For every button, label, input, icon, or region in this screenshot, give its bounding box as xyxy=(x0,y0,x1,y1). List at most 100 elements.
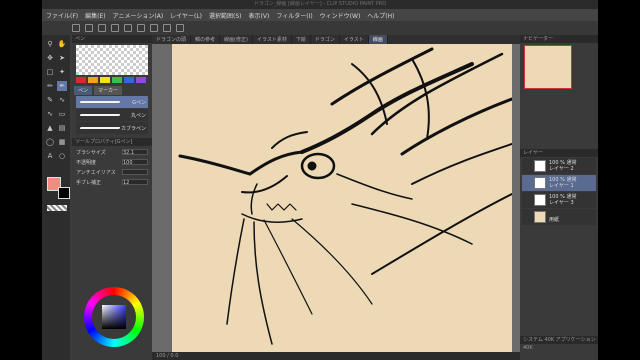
eyedropper-icon[interactable]: ✏ xyxy=(45,81,55,91)
palette-swatch[interactable] xyxy=(136,77,146,83)
select-all-icon[interactable] xyxy=(176,24,184,32)
selection-tool-icon[interactable]: □ xyxy=(45,67,55,77)
zoom-tool-icon[interactable]: ⚲ xyxy=(45,39,55,49)
palette-swatch[interactable] xyxy=(100,77,110,83)
menu-help[interactable]: ヘルプ(H) xyxy=(367,11,394,20)
pen-tool-icon[interactable]: ✒ xyxy=(57,81,67,91)
fill-tool-icon[interactable]: ▲ xyxy=(45,123,55,133)
right-panels: ナビゲーター レイヤー 100 % 通常 レイヤー 2 100 % 通常 レイヤー … xyxy=(520,35,598,360)
layer-row[interactable]: 用紙 xyxy=(522,209,596,225)
move-tool-icon[interactable]: ✥ xyxy=(45,53,55,63)
gradient-icon[interactable]: ▤ xyxy=(57,123,67,133)
brush-item[interactable]: Gペン xyxy=(76,96,148,108)
color-palette xyxy=(76,77,148,83)
brush-stroke-preview xyxy=(79,114,121,116)
menu-view[interactable]: 表示(V) xyxy=(249,11,270,20)
sub-color-swatch[interactable] xyxy=(58,187,70,199)
status-bar: 100 / 0.0 xyxy=(152,352,520,360)
prop-value[interactable] xyxy=(122,169,148,175)
brush-stroke-preview xyxy=(79,101,121,103)
deselect-icon[interactable] xyxy=(163,24,171,32)
open-icon[interactable] xyxy=(85,24,93,32)
brush-stroke-preview xyxy=(79,127,121,129)
operation-tool-icon[interactable]: ➤ xyxy=(57,53,67,63)
clear-icon[interactable] xyxy=(137,24,145,32)
menu-edit[interactable]: 編集(E) xyxy=(85,11,105,20)
menu-window[interactable]: ウィンドウ(W) xyxy=(320,11,361,20)
doc-tab[interactable]: 鱗の参考 xyxy=(191,35,221,44)
brush-label: カブラペン xyxy=(120,126,146,132)
canvas-area: ドラゴンの頭 鱗の参考 線画(修正) イラスト素材 下絵 ドラゴン イラスト 線… xyxy=(152,35,520,360)
layer-row[interactable]: 100 % 通常 レイヤー 2 xyxy=(522,158,596,174)
prop-row: アンチエイリアス xyxy=(76,168,148,176)
layer-thumbnail xyxy=(534,177,546,189)
command-bar xyxy=(42,21,598,35)
magic-wand-icon[interactable]: ✦ xyxy=(57,67,67,77)
brush-label: 丸ペン xyxy=(130,113,146,119)
prop-row: ブラシサイズ 32.1 xyxy=(76,148,148,156)
doc-tab[interactable]: 下絵 xyxy=(292,35,311,44)
prop-row: 不透明度 100 xyxy=(76,158,148,166)
tool-palette: ⚲ ✋ ✥ ➤ □ ✦ ✏ ✒ ✎ ∿ ∿ ▭ ▲ ▤ ◯ ▦ A ○ xyxy=(42,35,70,360)
doc-tab[interactable]: 線画 xyxy=(368,35,388,44)
tool-property-header: ツールプロパティ[Gペン] xyxy=(72,138,152,146)
subtool-panel: ペン ペン マーカー Gペン 丸ペン カブラペン ツールプロパティ[Gペン] ブ… xyxy=(72,35,152,360)
transform-icon[interactable] xyxy=(150,24,158,32)
new-icon[interactable] xyxy=(72,24,80,32)
memory-footer: システム 40K アプリケーション 40K xyxy=(520,336,598,351)
redo-icon[interactable] xyxy=(124,24,132,32)
brush-item[interactable]: 丸ペン xyxy=(76,109,148,121)
figure-tool-icon[interactable]: ◯ xyxy=(45,137,55,147)
navigator-header: ナビゲーター xyxy=(520,35,598,43)
transparent-color-swatch[interactable] xyxy=(47,205,67,211)
menu-bar: ファイル(F) 編集(E) アニメーション(A) レイヤー(L) 選択範囲(S)… xyxy=(42,9,598,21)
tab-pen[interactable]: ペン xyxy=(74,86,93,95)
brush-tool-icon[interactable]: ∿ xyxy=(57,95,67,105)
layer-thumbnail xyxy=(534,211,546,223)
doc-tab[interactable]: ドラゴンの頭 xyxy=(152,35,192,44)
palette-swatch[interactable] xyxy=(88,77,98,83)
layer-name: レイヤー 3 xyxy=(549,200,574,206)
doc-tab[interactable]: イラスト素材 xyxy=(253,35,292,44)
prop-value[interactable]: 32.1 xyxy=(122,149,148,156)
layer-label: 100 % 通常 レイヤー 1 xyxy=(549,177,576,189)
prop-row: 手ブレ補正 12 xyxy=(76,178,148,186)
layer-row[interactable]: 100 % 通常 レイヤー 1 xyxy=(522,175,596,191)
menu-file[interactable]: ファイル(F) xyxy=(46,11,78,20)
prop-value[interactable]: 12 xyxy=(122,179,148,186)
text-tool-icon[interactable]: A xyxy=(45,151,55,161)
palette-swatch[interactable] xyxy=(124,77,134,83)
prop-value[interactable]: 100 xyxy=(122,159,148,166)
title-bar: ドラゴン_線画 [線画レイヤー] - CLIP STUDIO PAINT PRO xyxy=(42,0,598,9)
tool-property-panel: ツールプロパティ[Gペン] ブラシサイズ 32.1 不透明度 100 アンチエイリア… xyxy=(72,138,152,186)
prop-label: 手ブレ補正 xyxy=(76,179,102,186)
tab-marker[interactable]: マーカー xyxy=(94,86,123,95)
undo-icon[interactable] xyxy=(111,24,119,32)
color-square[interactable] xyxy=(102,305,126,329)
rotation-readout[interactable]: 0.0 xyxy=(170,353,178,359)
brush-item[interactable]: カブラペン xyxy=(76,122,148,134)
layer-name: レイヤー 1 xyxy=(549,183,574,189)
zoom-readout[interactable]: 100 xyxy=(156,353,166,359)
menu-selection[interactable]: 選択範囲(S) xyxy=(209,11,242,20)
eraser-icon[interactable]: ▭ xyxy=(57,109,67,119)
save-icon[interactable] xyxy=(98,24,106,32)
airbrush-icon[interactable]: ∿ xyxy=(45,109,55,119)
pencil-tool-icon[interactable]: ✎ xyxy=(45,95,55,105)
hand-tool-icon[interactable]: ✋ xyxy=(57,39,67,49)
balloon-tool-icon[interactable]: ○ xyxy=(57,151,67,161)
brush-label: Gペン xyxy=(132,100,146,106)
prop-label: アンチエイリアス xyxy=(76,169,116,176)
palette-swatch[interactable] xyxy=(112,77,122,83)
drawing-canvas[interactable] xyxy=(172,44,512,360)
doc-tab[interactable]: イラスト xyxy=(340,35,369,44)
doc-tab[interactable]: 線画(修正) xyxy=(220,35,253,44)
doc-tab[interactable]: ドラゴン xyxy=(311,35,340,44)
menu-animation[interactable]: アニメーション(A) xyxy=(113,11,164,20)
palette-swatch[interactable] xyxy=(76,77,86,83)
menu-filter[interactable]: フィルター(I) xyxy=(276,11,312,20)
navigator-thumbnail[interactable] xyxy=(524,45,572,89)
menu-layer[interactable]: レイヤー(L) xyxy=(170,11,202,20)
frame-tool-icon[interactable]: ▦ xyxy=(57,137,67,147)
layer-row[interactable]: 100 % 通常 レイヤー 3 xyxy=(522,192,596,208)
